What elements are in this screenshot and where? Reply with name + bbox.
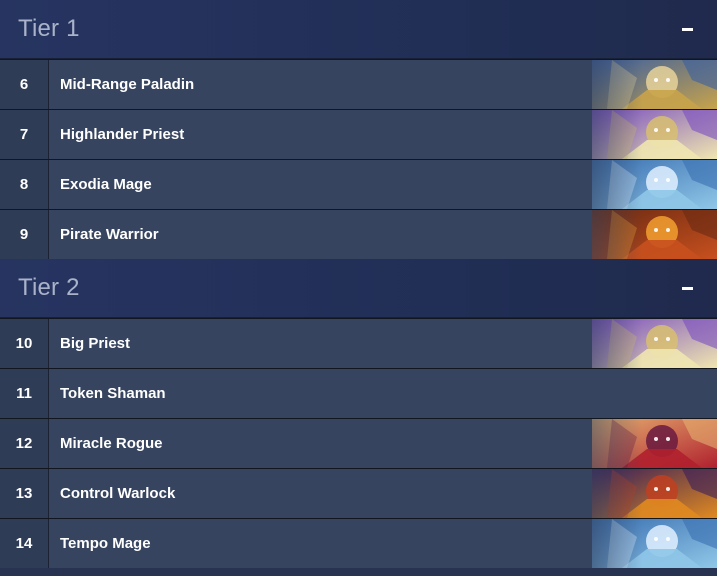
- deck-name-link[interactable]: Highlander Priest: [49, 110, 717, 159]
- deck-rank: 13: [0, 469, 49, 518]
- tier-header[interactable]: Tier 1: [0, 0, 717, 59]
- deck-rank: 9: [0, 210, 49, 259]
- deck-name-link[interactable]: Pirate Warrior: [49, 210, 717, 259]
- deck-row[interactable]: 6 Mid-Range Paladin: [0, 59, 717, 109]
- deck-rank: 6: [0, 60, 49, 109]
- deck-name-link[interactable]: Tempo Mage: [49, 519, 717, 568]
- tier-header[interactable]: Tier 2: [0, 259, 717, 318]
- deck-row[interactable]: 7 Highlander Priest: [0, 109, 717, 159]
- collapse-icon[interactable]: [678, 279, 696, 297]
- deck-row[interactable]: 14 Tempo Mage: [0, 518, 717, 568]
- deck-rank: 12: [0, 419, 49, 468]
- deck-name-link[interactable]: Control Warlock: [49, 469, 717, 518]
- deck-row[interactable]: 13 Control Warlock: [0, 468, 717, 518]
- deck-row[interactable]: 12 Miracle Rogue: [0, 418, 717, 468]
- tier-title: Tier 1: [18, 15, 80, 42]
- tier-title: Tier 2: [18, 274, 80, 301]
- deck-name-link[interactable]: Exodia Mage: [49, 160, 717, 209]
- deck-rank: 8: [0, 160, 49, 209]
- deck-name-link[interactable]: Miracle Rogue: [49, 419, 717, 468]
- deck-row[interactable]: 10 Big Priest: [0, 318, 717, 368]
- collapse-icon[interactable]: [678, 20, 696, 38]
- deck-name-link[interactable]: Token Shaman: [49, 369, 717, 418]
- deck-rank: 7: [0, 110, 49, 159]
- deck-rank: 10: [0, 319, 49, 368]
- deck-name-link[interactable]: Big Priest: [49, 319, 717, 368]
- deck-row[interactable]: 11 Token Shaman: [0, 368, 717, 418]
- deck-row[interactable]: 9 Pirate Warrior: [0, 209, 717, 259]
- deck-name-link[interactable]: Mid-Range Paladin: [49, 60, 717, 109]
- tier-list: Tier 1 6 Mid-Range Paladin 7 Highlander Pri…: [0, 0, 717, 568]
- deck-rank: 14: [0, 519, 49, 568]
- deck-rank: 11: [0, 369, 49, 418]
- deck-row[interactable]: 8 Exodia Mage: [0, 159, 717, 209]
